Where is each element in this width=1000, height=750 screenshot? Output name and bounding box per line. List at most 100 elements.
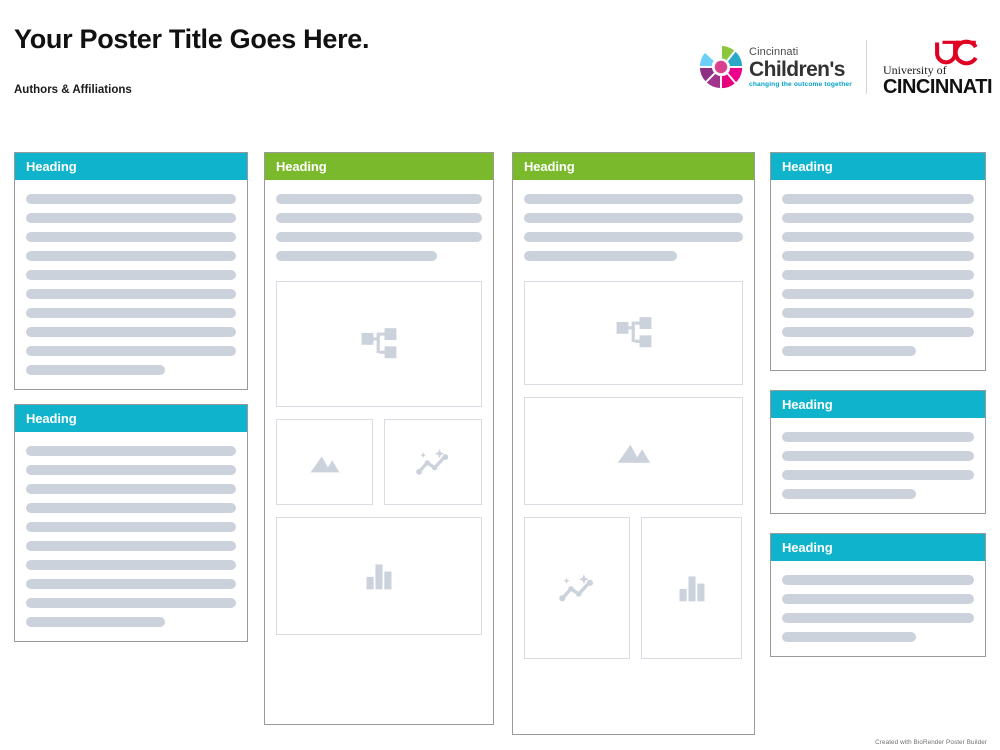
column-4: Heading Heading Heading (770, 152, 986, 671)
card-heading-label: Heading (782, 159, 833, 174)
text-placeholder-bar (26, 503, 236, 513)
text-placeholder-bar (26, 194, 236, 204)
diagram-icon (616, 317, 651, 348)
card-body (771, 561, 985, 656)
text-placeholder-bar (782, 470, 974, 480)
card-header-bar: Heading (265, 153, 493, 180)
bar-chart-icon (679, 576, 704, 602)
column-1: Heading Heading (14, 152, 248, 656)
line-chart-sparkle-icon (416, 448, 449, 475)
card-col4-3[interactable]: Heading (770, 533, 986, 657)
media-placeholder-row (524, 517, 743, 659)
line-chart-sparkle-icon (559, 574, 594, 602)
card-body (771, 180, 985, 370)
text-placeholder-bar (782, 632, 917, 642)
uc-line-university-of: University of (882, 63, 947, 77)
card-header-bar: Heading (771, 534, 985, 561)
text-placeholder-bar (26, 617, 165, 627)
card-heading-label: Heading (276, 159, 327, 174)
text-placeholder-bar (26, 541, 236, 551)
text-placeholder-bar (524, 213, 743, 223)
text-placeholder-bar (26, 484, 236, 494)
text-placeholder-bar (26, 560, 236, 570)
text-placeholder-bar (524, 232, 743, 242)
text-placeholder-bar (26, 446, 236, 456)
card-body (513, 180, 754, 685)
text-placeholder-bar (26, 327, 236, 337)
text-placeholder-bar (26, 522, 236, 532)
card-body (15, 432, 247, 641)
media-placeholder-row (276, 419, 482, 505)
text-placeholder-bar (26, 289, 236, 299)
card-heading-label: Heading (524, 159, 575, 174)
media-placeholder-diagram[interactable] (276, 281, 482, 407)
bar-chart-icon (366, 564, 392, 590)
text-placeholder-bar (782, 575, 974, 585)
text-placeholder-bar (26, 213, 236, 223)
text-placeholder-bar (26, 579, 236, 589)
media-placeholder-bar-chart[interactable] (276, 517, 482, 635)
text-placeholder-bar (782, 594, 974, 604)
card-body (15, 180, 247, 389)
university-of-cincinnati-logo: University of CINCINNATI (881, 38, 993, 97)
cchmc-line-cincinnati: Cincinnati (749, 45, 799, 58)
card-heading-label: Heading (26, 411, 77, 426)
media-placeholder-chart[interactable] (384, 419, 482, 505)
uc-monogram-icon (935, 39, 979, 66)
card-heading-label: Heading (782, 397, 833, 412)
text-placeholder-bar (26, 465, 236, 475)
card-body (265, 180, 493, 661)
cchmc-line-childrens: Children's (749, 57, 845, 81)
text-placeholder-bar (782, 432, 974, 442)
logo-divider (865, 40, 867, 95)
text-placeholder-bar (782, 232, 974, 242)
text-placeholder-bar (782, 270, 974, 280)
text-placeholder-bar (782, 451, 974, 461)
card-heading-label: Heading (782, 540, 833, 555)
column-3: Heading (512, 152, 755, 749)
text-placeholder-bar (782, 489, 917, 499)
column-2: Heading (264, 152, 494, 739)
card-header-bar: Heading (15, 405, 247, 432)
text-placeholder-bar (26, 270, 236, 280)
text-placeholder-bar (782, 213, 974, 223)
text-placeholder-bar (26, 365, 165, 375)
text-placeholder-bar (782, 308, 974, 318)
card-col2-1[interactable]: Heading (264, 152, 494, 725)
media-placeholder-diagram[interactable] (524, 281, 743, 385)
card-col4-2[interactable]: Heading (770, 390, 986, 514)
image-icon (310, 456, 339, 473)
card-col1-1[interactable]: Heading (14, 152, 248, 390)
text-placeholder-bar (26, 232, 236, 242)
text-placeholder-bar (26, 346, 236, 356)
cincinnati-childrens-pinwheel-icon (699, 46, 743, 89)
text-placeholder-bar (782, 289, 974, 299)
card-header-bar: Heading (513, 153, 754, 180)
diagram-icon (361, 328, 397, 359)
text-placeholder-bar (276, 251, 437, 261)
card-header-bar: Heading (771, 391, 985, 418)
card-col3-1[interactable]: Heading (512, 152, 755, 735)
authors-affiliations: Authors & Affiliations (14, 84, 132, 96)
text-placeholder-bar (524, 251, 678, 261)
logo-row: Cincinnati Children's changing the outco… (697, 38, 993, 97)
text-placeholder-bar (782, 194, 974, 204)
card-header-bar: Heading (771, 153, 985, 180)
text-placeholder-bar (782, 346, 917, 356)
cincinnati-childrens-wordmark: Cincinnati Children's changing the outco… (749, 45, 852, 89)
text-placeholder-bar (782, 327, 974, 337)
card-header-bar: Heading (15, 153, 247, 180)
footer-credit: Created with BioRender Poster Builder (875, 739, 987, 746)
media-placeholder-bar-chart[interactable] (641, 517, 742, 659)
cincinnati-childrens-logo: Cincinnati Children's changing the outco… (697, 43, 852, 91)
text-placeholder-bar (524, 194, 743, 204)
page-title: Your Poster Title Goes Here. (14, 24, 370, 54)
media-placeholder-image[interactable] (276, 419, 373, 505)
card-col1-2[interactable]: Heading (14, 404, 248, 642)
text-placeholder-bar (782, 251, 974, 261)
media-placeholder-chart[interactable] (524, 517, 630, 659)
card-col4-1[interactable]: Heading (770, 152, 986, 371)
text-placeholder-bar (782, 613, 974, 623)
media-placeholder-image[interactable] (524, 397, 743, 505)
card-heading-label: Heading (26, 159, 77, 174)
